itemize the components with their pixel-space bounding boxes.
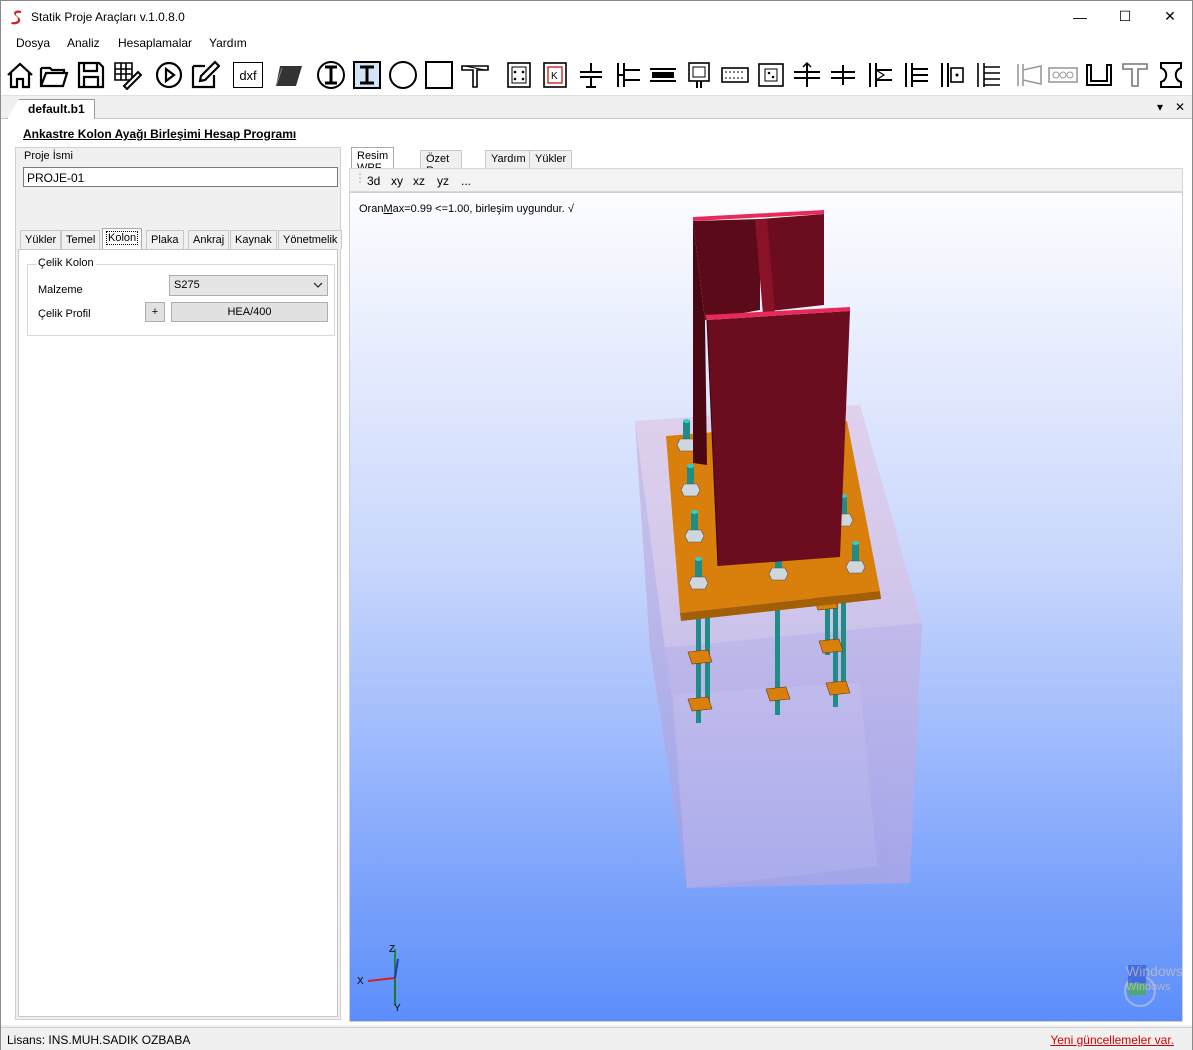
steel-column-group-title: Çelik Kolon xyxy=(36,257,96,269)
menu-dosya[interactable]: Dosya xyxy=(16,36,50,50)
window-title: Statik Proje Araçları v.1.0.8.0 xyxy=(31,10,185,24)
right-panel: Resim WPF Özet Rapor Yardım Yükler ⋮ 3d … xyxy=(349,147,1183,1022)
dxf-icon[interactable]: dxf xyxy=(232,58,264,92)
bracing-icon[interactable] xyxy=(1013,58,1045,92)
axis-z-label: Z xyxy=(389,944,396,955)
title-bar: Statik Proje Araçları v.1.0.8.0 — ☐ ✕ xyxy=(1,1,1192,32)
column-stiffener-icon[interactable] xyxy=(899,58,931,92)
toolbar: dxf K xyxy=(1,54,1192,96)
web-splice-icon[interactable] xyxy=(755,58,787,92)
play-icon[interactable] xyxy=(153,58,185,92)
beam-cross-icon[interactable] xyxy=(827,58,859,92)
tab-ozet-rapor[interactable]: Özet Rapor xyxy=(420,150,462,177)
u-channel-icon[interactable] xyxy=(1083,58,1115,92)
tab-ankraj[interactable]: Ankraj xyxy=(188,230,230,249)
beam-splice-icon[interactable] xyxy=(647,58,679,92)
license-text: Lisans: INS.MUH.SADIK OZBABA xyxy=(7,1033,191,1047)
column-web-plate-icon[interactable] xyxy=(935,58,967,92)
status-bar: Lisans: INS.MUH.SADIK OZBABA Yeni güncel… xyxy=(1,1027,1192,1050)
tab-kolon[interactable]: Kolon xyxy=(102,228,143,250)
h-section-icon[interactable] xyxy=(1155,58,1187,92)
view-toolbar: ⋮ 3d xy xz yz ... xyxy=(349,168,1183,192)
square-section-icon[interactable] xyxy=(423,58,455,92)
tab-temel[interactable]: Temel xyxy=(61,230,101,249)
material-select[interactable]: S275 xyxy=(169,275,328,296)
tab-kaynak[interactable]: Kaynak xyxy=(230,230,277,249)
kolon-tab-body: Çelik Kolon Malzeme S275 Çelik Profil + … xyxy=(18,249,338,1017)
tab-yukler-right[interactable]: Yükler xyxy=(529,150,573,168)
axis-y-label: Y xyxy=(394,1003,401,1014)
add-profile-button[interactable]: + xyxy=(145,302,165,322)
menu-yardim[interactable]: Yardım xyxy=(209,36,247,50)
t-beam-icon[interactable] xyxy=(459,58,491,92)
close-button[interactable]: ✕ xyxy=(1147,1,1193,32)
tab-yardim[interactable]: Yardım xyxy=(485,150,532,168)
chevron-down-icon xyxy=(313,282,323,288)
steel-profile-button[interactable]: HEA/400 xyxy=(171,302,328,322)
bolted-plate-icon[interactable] xyxy=(683,58,715,92)
circle-section-icon[interactable] xyxy=(387,58,419,92)
maximize-button[interactable]: ☐ xyxy=(1102,1,1148,32)
beam-beam-joint-icon[interactable] xyxy=(791,58,823,92)
project-name-label: Proje İsmi xyxy=(24,150,73,162)
column-base-plate-icon[interactable] xyxy=(503,58,535,92)
menu-bar: Dosya Analiz Hesaplamalar Yardım xyxy=(1,32,1192,54)
i-section-box-icon[interactable] xyxy=(351,58,383,92)
toolbar-grip: ⋮ xyxy=(354,171,366,185)
tab-resim-wpf[interactable]: Resim WPF xyxy=(351,147,395,174)
plate-3d-icon[interactable] xyxy=(273,58,305,92)
3d-viewport[interactable]: OranMax=0.99 <=1.00, birleşim uygundur. … xyxy=(349,192,1183,1022)
tab-yonetmelik[interactable]: Yönetmelik xyxy=(278,230,343,249)
edit-grid-icon[interactable] xyxy=(111,58,143,92)
tab-dropdown-icon[interactable]: ▾ xyxy=(1157,100,1163,114)
navigation-cube[interactable]: Windows Windows xyxy=(1112,963,1182,1007)
project-name-input[interactable]: PROJE-01 xyxy=(23,167,338,187)
flange-splice-icon[interactable] xyxy=(719,58,751,92)
tab-plaka[interactable]: Plaka xyxy=(146,230,184,249)
column-haunch-icon[interactable] xyxy=(971,58,1003,92)
watermark-line2: Windows xyxy=(1126,981,1171,993)
document-tab-strip: default.b1 ▾ ✕ xyxy=(1,97,1192,119)
view-more-button[interactable]: ... xyxy=(461,174,471,188)
minimize-button[interactable]: — xyxy=(1057,1,1103,32)
program-title: Ankastre Kolon Ayağı Birleşimi Hesap Pro… xyxy=(23,127,297,141)
tab-close-icon[interactable]: ✕ xyxy=(1175,100,1185,114)
result-ratio-text: OranMax=0.99 <=1.00, birleşim uygundur. … xyxy=(359,203,574,215)
app-logo-icon xyxy=(11,10,21,25)
menu-hesaplamalar[interactable]: Hesaplamalar xyxy=(118,36,192,50)
t-section-icon[interactable] xyxy=(1119,58,1151,92)
main-content: Ankastre Kolon Ayağı Birleşimi Hesap Pro… xyxy=(1,119,1192,1025)
end-plate-icon[interactable] xyxy=(611,58,643,92)
save-icon[interactable] xyxy=(75,58,107,92)
watermark-line1: Windows xyxy=(1126,963,1183,979)
column-flange-icon[interactable] xyxy=(863,58,895,92)
app-window: Statik Proje Araçları v.1.0.8.0 — ☐ ✕ Do… xyxy=(0,0,1193,1050)
column-k-plate-icon[interactable]: K xyxy=(539,58,571,92)
material-label: Malzeme xyxy=(38,284,83,296)
svg-text:K: K xyxy=(551,71,558,82)
3d-model-scene xyxy=(350,193,1182,1021)
view-3d-button[interactable]: 3d xyxy=(367,174,380,188)
axis-x-label: X xyxy=(357,976,364,987)
pencil-icon[interactable] xyxy=(189,58,221,92)
view-xz-button[interactable]: xz xyxy=(413,174,425,188)
open-folder-icon[interactable] xyxy=(38,58,70,92)
home-icon[interactable] xyxy=(4,58,36,92)
view-yz-button[interactable]: yz xyxy=(437,174,449,188)
i-section-circle-icon[interactable] xyxy=(315,58,347,92)
update-link[interactable]: Yeni güncellemeler var. xyxy=(1050,1033,1174,1047)
beam-column-joint-icon[interactable] xyxy=(575,58,607,92)
document-tab[interactable]: default.b1 xyxy=(7,99,95,119)
left-panel: Proje İsmi PROJE-01 Yükler Temel Kolon P… xyxy=(15,147,343,1020)
tab-yukler[interactable]: Yükler xyxy=(20,230,62,249)
view-xy-button[interactable]: xy xyxy=(391,174,403,188)
bolt-row-icon[interactable] xyxy=(1047,58,1079,92)
steel-column-group: Çelik Kolon Malzeme S275 Çelik Profil + … xyxy=(27,257,335,336)
steel-profile-label: Çelik Profil xyxy=(38,308,91,320)
menu-analiz[interactable]: Analiz xyxy=(67,36,100,50)
